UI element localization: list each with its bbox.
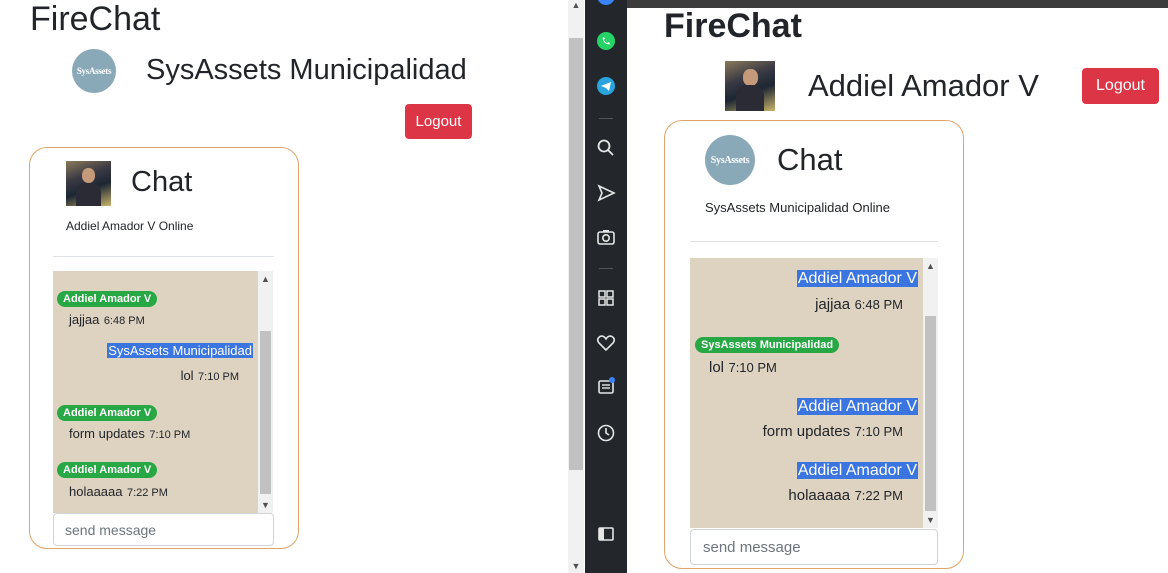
browser-sidebar [585,0,627,573]
contact-avatar: SysAssets [705,135,755,185]
message-text: jajjaa [815,296,851,313]
contact-avatar [66,161,111,206]
sender-name: Addiel Amador V [796,270,918,287]
input-placeholder: send message [65,521,157,538]
heart-icon[interactable] [585,333,627,358]
message-text: lol [180,368,194,383]
message-scrollbar[interactable]: ▲ ▼ [923,258,938,528]
scroll-thumb[interactable] [569,38,583,470]
message-time: 7:10 PM [854,424,903,439]
message-time: 7:10 PM [198,371,239,383]
message-text: holaaaaa [69,484,123,499]
message-body: jajjaa 6:48 PM [69,311,145,329]
apps-grid-icon[interactable] [585,288,627,313]
message-item: SysAssets Municipalidad [107,343,253,358]
news-icon[interactable] [585,377,627,402]
message-text: holaaaaa [788,487,851,504]
message-scrollbar[interactable]: ▲ ▼ [258,271,273,513]
message-body: lol 7:10 PM [181,367,239,385]
message-body: form updates 7:10 PM [69,425,190,443]
message-item: Addiel Amador V [796,270,918,288]
message-input[interactable]: send message [53,513,274,546]
message-item: Addiel Amador V [796,398,918,416]
header-divider [53,256,274,257]
chat-title: Chat [131,166,193,198]
message-body: jajjaa 6:48 PM [815,296,903,314]
sender-name: SysAssets Municipalidad [107,343,253,358]
app-title: FireChat [664,7,802,45]
message-time: 7:10 PM [728,360,777,375]
chat-title: Chat [777,142,843,177]
messenger-icon[interactable] [585,0,627,13]
scroll-down-icon[interactable]: ▼ [568,561,584,571]
scroll-down-icon[interactable]: ▼ [923,515,938,525]
sender-badge: Addiel Amador V [57,291,158,307]
header-divider [690,241,938,242]
scroll-up-icon[interactable]: ▲ [258,274,273,284]
message-time: 7:22 PM [126,487,168,499]
message-time: 7:10 PM [149,429,191,441]
scroll-down-icon[interactable]: ▼ [258,500,273,510]
message-item: SysAssets Municipalidad [695,335,840,353]
message-text: form updates [762,423,851,440]
send-icon[interactable] [585,183,627,208]
sender-badge: SysAssets Municipalidad [695,337,840,353]
message-item: Addiel Amador V [57,289,158,307]
contact-status: SysAssets Municipalidad Online [705,200,890,215]
logo-text: SysAssets [76,66,112,76]
scroll-up-icon[interactable]: ▲ [923,261,938,271]
sender-badge: Addiel Amador V [57,462,158,478]
sender-badge: Addiel Amador V [57,405,158,421]
user-avatar: SysAssets [72,49,116,93]
search-icon[interactable] [585,138,627,163]
message-body: holaaaaa 7:22 PM [788,487,903,505]
message-item: Addiel Amador V [57,460,158,478]
camera-icon[interactable] [585,227,627,252]
logout-button[interactable]: Logout [405,104,472,139]
logout-button[interactable]: Logout [1082,68,1159,104]
dock-divider [599,268,613,269]
message-text: lol [709,359,725,376]
message-body: lol 7:10 PM [709,359,777,377]
message-item: Addiel Amador V [796,462,918,480]
message-item: Addiel Amador V [57,403,158,421]
sender-name: Addiel Amador V [796,462,918,479]
message-text: jajjaa [69,312,100,327]
message-time: 6:48 PM [103,315,145,327]
page-scrollbar[interactable]: ▲ ▼ [568,0,584,573]
message-body: holaaaaa 7:22 PM [69,483,168,501]
scroll-thumb[interactable] [260,331,271,494]
current-user-name: SysAssets Municipalidad [146,54,467,86]
message-time: 6:48 PM [854,297,903,312]
sidebar-toggle-icon[interactable] [585,524,627,549]
message-text: form updates [69,426,145,441]
message-body: form updates 7:10 PM [763,423,903,441]
sender-name: Addiel Amador V [796,398,918,415]
contact-status: Addiel Amador V Online [66,219,194,233]
message-input[interactable]: send message [690,529,938,565]
input-placeholder: send message [703,538,801,556]
app-title: FireChat [30,0,161,38]
scroll-up-icon[interactable]: ▲ [568,0,584,10]
message-time: 7:22 PM [854,488,903,503]
user-avatar [725,61,775,111]
telegram-icon[interactable] [585,76,627,101]
scroll-thumb[interactable] [925,316,936,511]
whatsapp-icon[interactable] [585,31,627,56]
message-list: Addiel Amador V jajjaa 6:48 PM SysAssets… [690,258,923,528]
history-icon[interactable] [585,423,627,448]
current-user-name: Addiel Amador V [808,68,1039,103]
message-list: Addiel Amador V jajjaa 6:48 PM SysAssets… [53,271,258,513]
logo-text: SysAssets [710,154,750,166]
dock-divider [599,118,613,119]
